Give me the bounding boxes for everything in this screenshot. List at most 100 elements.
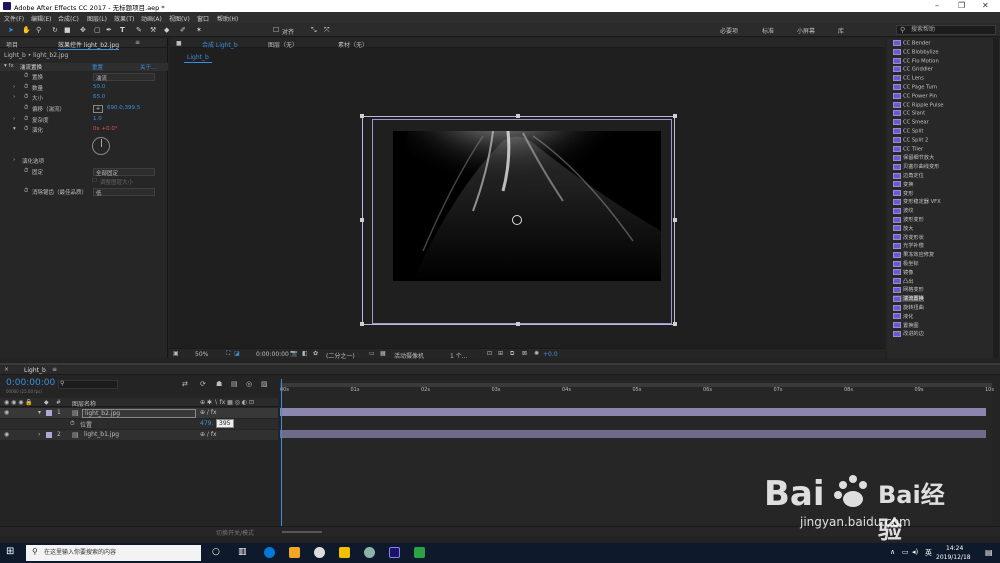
zoom-level[interactable]: 50% (195, 351, 208, 358)
evolution-dial[interactable] (92, 137, 110, 155)
effect-list-item[interactable]: 变换 (893, 181, 913, 188)
layer-name[interactable]: light_b1.jpg (84, 431, 119, 438)
rotate-tool-icon[interactable]: ↻ (52, 26, 58, 34)
effect-list-item[interactable]: CC Flo Motion (893, 58, 939, 64)
effect-list-item[interactable]: CC Smear (893, 119, 929, 126)
time-ruler[interactable]: 00s 01s 02s 03s 04s 05s 06s 07s 08s 09s 10s (280, 387, 994, 397)
toggle-pixel-icon[interactable]: ⊡ (487, 350, 492, 357)
after-effects-icon[interactable] (389, 547, 400, 558)
effect-list-item[interactable]: 旋转扭曲 (893, 304, 924, 311)
eraser-tool-icon[interactable]: ◆ (164, 26, 169, 34)
workspace-essentials[interactable]: 必要项 (720, 26, 738, 35)
effect-list-item[interactable]: 改变形状 (893, 234, 924, 241)
tab-project[interactable]: 项目 (6, 40, 18, 49)
layer-bar[interactable] (280, 408, 986, 416)
transform-handle[interactable] (516, 322, 520, 326)
roto-brush-tool-icon[interactable]: ✐ (180, 26, 186, 34)
evolution-value[interactable]: 0x +0.0° (93, 126, 118, 132)
layer-name[interactable]: light_b2.jpg (82, 409, 196, 418)
snap-icon[interactable]: ⤡ (311, 26, 317, 35)
eye-icon[interactable]: ◉ (4, 431, 9, 438)
tab-timeline-comp[interactable]: Light_b (24, 367, 46, 374)
current-time[interactable]: 0:00:00:00 (256, 351, 289, 358)
effect-list-item[interactable]: 保留细节放大 (893, 154, 934, 161)
app-icon[interactable] (289, 547, 300, 558)
effect-list-item[interactable]: CC Ripple Pulse (893, 102, 943, 108)
comp-lock-icon[interactable]: ■ (176, 40, 182, 47)
channel-icon[interactable]: ✿ (313, 350, 318, 357)
effect-list-item[interactable]: CC Griddler (893, 66, 933, 73)
offset-value[interactable]: 690.0,399.5 (107, 105, 140, 111)
label-color-swatch[interactable] (46, 432, 52, 438)
exposure-value[interactable]: +0.0 (543, 351, 558, 358)
tab-effect-controls[interactable]: 效果控件 light_b2.jpg (58, 40, 120, 50)
transform-handle[interactable] (673, 114, 677, 118)
layer-name-header[interactable]: 图层名称 (72, 399, 96, 408)
shy-icon[interactable]: ☗ (216, 380, 222, 388)
layer-bar[interactable] (280, 430, 986, 438)
stopwatch-icon[interactable]: ⏱ (70, 420, 75, 428)
clock-time[interactable]: 14:24 (946, 545, 963, 552)
app-icon[interactable] (364, 547, 375, 558)
effect-list-item[interactable]: CC Lens (893, 75, 924, 82)
volume-icon[interactable]: ◂) (912, 548, 918, 556)
region-of-interest-icon[interactable]: ▭ (369, 350, 375, 357)
camera-dropdown[interactable]: 活动摄像机 (394, 351, 424, 360)
timeline-timecode[interactable]: 0:00:00:00 (6, 378, 55, 388)
layer-row[interactable]: ◉ ▾ 1 ▤ light_b2.jpg ⊕ ∕ fx (0, 408, 278, 418)
stopwatch-icon[interactable]: ⏱ (24, 188, 28, 195)
effect-list-item[interactable]: 网格变形 (893, 286, 924, 293)
resolution-dropdown[interactable]: (二分之一) (326, 351, 355, 360)
zoom-slider[interactable] (282, 531, 322, 533)
hand-tool-icon[interactable]: ✋ (22, 26, 31, 34)
effect-list-item[interactable]: 凸出 (893, 278, 913, 285)
pinning-dropdown[interactable]: 全部固定 (93, 168, 155, 177)
workspace-small-screen[interactable]: 小屏幕 (797, 26, 815, 35)
effect-list-item[interactable]: 边角定位 (893, 172, 924, 179)
scrollbar[interactable] (993, 38, 999, 358)
expand-arrow-icon[interactable]: › (13, 94, 15, 100)
effect-list-item[interactable]: 波纹 (893, 207, 913, 214)
snap-options-icon[interactable]: ⤧ (324, 26, 330, 35)
motion-blur-icon[interactable]: ◎ (246, 380, 252, 388)
effect-list-item[interactable]: CC Tiler (893, 146, 923, 152)
effect-list-item[interactable]: 光学补偿 (893, 242, 924, 249)
comp-breadcrumb[interactable]: Light_b (184, 53, 212, 63)
menu-view[interactable]: 视图(V) (169, 14, 190, 23)
menu-file[interactable]: 文件(F) (4, 14, 24, 23)
tab-layer[interactable]: 图层（无） (268, 40, 298, 49)
expand-arrow-icon[interactable]: ▾ (38, 409, 41, 416)
tab-footage[interactable]: 素材（无） (338, 40, 368, 49)
effect-list-item[interactable]: CC Page Turn (893, 84, 937, 91)
help-search-input[interactable]: 搜索帮助 (896, 25, 996, 35)
resize-layer-checkbox-icon[interactable]: ☐ (92, 178, 97, 184)
effect-list-item[interactable]: CC Blobbylize (893, 49, 939, 55)
selection-tool-icon[interactable]: ➤ (8, 26, 14, 34)
pan-behind-tool-icon[interactable]: ✥ (80, 26, 86, 34)
amount-value[interactable]: 50.0 (93, 84, 105, 90)
effect-list-item[interactable]: 果冻效应修复 (893, 251, 934, 258)
transform-handle[interactable] (360, 114, 364, 118)
fx-header-row[interactable]: ▾ fx 湍流置换 重置 关于... (0, 63, 168, 71)
wechat-icon[interactable] (414, 547, 425, 558)
network-icon[interactable]: ▭ (902, 548, 909, 556)
effect-list-item[interactable]: 置换图 (893, 322, 919, 329)
type-tool-icon[interactable]: T (120, 26, 125, 34)
puppet-tool-icon[interactable]: ✶ (196, 26, 202, 34)
effect-list-item[interactable]: CC Power Pin (893, 93, 937, 99)
menu-layer[interactable]: 图层(L) (87, 14, 107, 23)
effect-list-item[interactable]: 镜像 (893, 269, 913, 276)
collapse-arrow-icon[interactable]: ▾ (13, 126, 16, 132)
effect-list-item[interactable]: 变形 (893, 190, 913, 197)
anchor-point-icon[interactable] (512, 215, 522, 225)
fx-reset-link[interactable]: 重置 (92, 63, 103, 71)
transform-handle[interactable] (673, 322, 677, 326)
eye-icon[interactable]: ◉ (4, 409, 9, 416)
taskbar-search-input[interactable]: 在这里输入你要搜索的内容 (26, 545, 201, 561)
stopwatch-icon[interactable]: ⏱ (24, 116, 28, 123)
clone-stamp-tool-icon[interactable]: ⚒ (150, 26, 156, 34)
always-preview-icon[interactable]: ▣ (173, 350, 179, 357)
rectangle-tool-icon[interactable]: ▢ (94, 26, 101, 34)
layer-row[interactable]: ◉ › 2 ▤ light_b1.jpg ⊕ ∕ fx (0, 430, 278, 440)
menu-animation[interactable]: 动画(A) (141, 14, 162, 23)
